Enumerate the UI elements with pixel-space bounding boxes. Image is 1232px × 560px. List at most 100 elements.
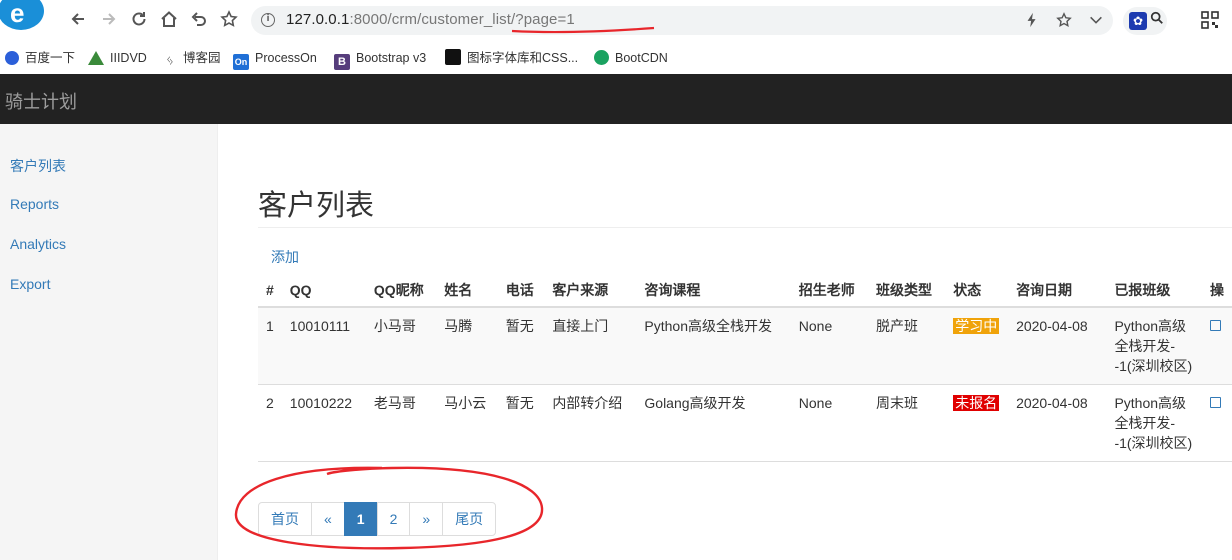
header-divider: [258, 227, 1232, 228]
main-content: 客户列表 添加 # QQ QQ昵称 姓名 电话 客户来源 咨询课程 招生老师 班…: [218, 124, 1232, 560]
next-page-button[interactable]: »: [409, 502, 444, 536]
status-badge: 学习中: [953, 318, 1000, 334]
bookmark-label: BootCDN: [615, 51, 668, 65]
forward-icon[interactable]: [99, 10, 119, 30]
page-2-button[interactable]: 2: [376, 502, 411, 536]
enrolled-class-cell: Python高级全栈开发--1(深圳校区): [1106, 307, 1202, 385]
column-header: 班级类型: [867, 274, 946, 308]
column-header: 状态: [945, 274, 1009, 308]
top-navbar: 骑士计划: [0, 74, 1232, 124]
pagination: 首页 « 1 2 » 尾页: [258, 502, 497, 536]
bookmark-label: 图标字体库和CSS...: [467, 51, 579, 65]
bookmark-iconfont[interactable]: 图标字体库和CSS...: [445, 49, 578, 67]
baidu-icon: [5, 51, 19, 65]
info-icon[interactable]: i: [261, 13, 275, 27]
lightning-icon[interactable]: [1023, 12, 1041, 30]
search-icon: [1150, 11, 1164, 29]
bookmark-cnblogs[interactable]: ᛃ 博客园: [163, 49, 221, 68]
action-cell: [1202, 384, 1232, 462]
flag-icon: [445, 49, 461, 65]
star-icon[interactable]: [1055, 12, 1073, 30]
column-header: 咨询日期: [1008, 274, 1107, 308]
bookmark-label: 百度一下: [25, 51, 76, 65]
page-title: 客户列表: [258, 188, 375, 222]
phone-cell: 暂无: [497, 307, 545, 385]
column-header: 电话: [497, 274, 545, 308]
table-header-row: # QQ QQ昵称 姓名 电话 客户来源 咨询课程 招生老师 班级类型 状态 咨…: [258, 274, 1232, 308]
undo-icon[interactable]: [189, 10, 209, 30]
name-cell: 马腾: [436, 307, 498, 385]
row-number: 2: [258, 384, 282, 462]
back-icon[interactable]: [68, 10, 88, 30]
bookmark-bootstrap[interactable]: B Bootstrap v3: [334, 49, 427, 70]
browser-toolbar: e i 127.0.0.1:8000/crm/customer_list/?pa…: [0, 0, 1232, 41]
page-1-button[interactable]: 1: [343, 502, 378, 536]
navbar-brand[interactable]: 骑士计划: [5, 88, 77, 114]
chevron-down-icon[interactable]: [1087, 12, 1105, 30]
qq-cell: 10010222: [281, 384, 366, 462]
qr-code-icon[interactable]: [1201, 11, 1219, 29]
paw-icon: ✿: [1129, 12, 1147, 30]
class-type-cell: 周末班: [867, 384, 946, 462]
home-icon[interactable]: [159, 10, 179, 30]
bookmark-processon[interactable]: On ProcessOn: [233, 49, 317, 70]
row-number: 1: [258, 307, 282, 385]
add-customer-link[interactable]: 添加: [271, 247, 299, 267]
prev-page-button[interactable]: «: [311, 502, 345, 536]
bookmark-label: Bootstrap v3: [356, 51, 427, 65]
sidebar-item-analytics[interactable]: Analytics: [10, 236, 66, 252]
bookmark-label: ProcessOn: [255, 51, 317, 65]
edit-icon[interactable]: [1210, 397, 1221, 408]
qq-cell: 10010111: [281, 307, 366, 385]
sidebar: 客户列表 Reports Analytics Export: [0, 124, 218, 560]
bookmark-iiidvd[interactable]: IIIDVD: [88, 49, 147, 67]
status-cell: 学习中: [945, 307, 1009, 385]
phone-cell: 暂无: [497, 384, 545, 462]
nickname-cell: 小马哥: [365, 307, 437, 385]
bookmark-label: 博客园: [183, 51, 221, 65]
name-cell: 马小云: [436, 384, 498, 462]
column-header: 操: [1202, 274, 1232, 308]
extension-button[interactable]: ✿: [1123, 7, 1167, 35]
column-header: QQ昵称: [365, 274, 437, 308]
teacher-cell: None: [790, 307, 868, 385]
bookmarks-bar: 百度一下 IIIDVD ᛃ 博客园 On ProcessOn B Bootstrap …: [0, 41, 1232, 74]
nickname-cell: 老马哥: [365, 384, 437, 462]
course-cell: Golang高级开发: [636, 384, 791, 462]
url-annotation-underline: [511, 26, 655, 34]
column-header: 姓名: [436, 274, 498, 308]
bootcdn-icon: [594, 50, 609, 65]
edit-icon[interactable]: [1210, 320, 1221, 331]
action-cell: [1202, 307, 1232, 385]
sidebar-item-reports[interactable]: Reports: [10, 196, 59, 212]
sidebar-item-export[interactable]: Export: [10, 276, 50, 292]
cnblogs-icon: ᛃ: [165, 52, 175, 68]
teacher-cell: None: [790, 384, 868, 462]
url-host: 127.0.0.1: [286, 11, 350, 28]
address-bar[interactable]: i 127.0.0.1:8000/crm/customer_list/?page…: [251, 6, 1113, 35]
last-page-button[interactable]: 尾页: [442, 502, 497, 536]
iiidvd-icon: [88, 51, 104, 65]
course-cell: Python高级全栈开发: [636, 307, 791, 385]
bookmark-label: IIIDVD: [110, 51, 147, 65]
date-cell: 2020-04-08: [1008, 307, 1107, 385]
date-cell: 2020-04-08: [1008, 384, 1107, 462]
reload-icon[interactable]: [129, 10, 149, 30]
column-header: 已报班级: [1106, 274, 1202, 308]
bookmark-star-icon[interactable]: [219, 10, 239, 30]
processon-icon: On: [233, 54, 249, 70]
status-cell: 未报名: [945, 384, 1009, 462]
sidebar-item-customer-list[interactable]: 客户列表: [10, 156, 66, 176]
enrolled-class-cell: Python高级全栈开发--1(深圳校区): [1106, 384, 1202, 462]
column-header: 招生老师: [790, 274, 868, 308]
status-badge: 未报名: [953, 395, 1000, 411]
bookmark-baidu[interactable]: 百度一下: [5, 49, 75, 67]
source-cell: 直接上门: [544, 307, 637, 385]
bookmark-bootcdn[interactable]: BootCDN: [594, 49, 668, 67]
class-type-cell: 脱产班: [867, 307, 946, 385]
column-header: #: [258, 274, 282, 308]
customer-table: # QQ QQ昵称 姓名 电话 客户来源 咨询课程 招生老师 班级类型 状态 咨…: [258, 274, 1232, 462]
bootstrap-icon: B: [334, 54, 350, 70]
first-page-button[interactable]: 首页: [258, 502, 312, 536]
column-header: 客户来源: [544, 274, 637, 308]
